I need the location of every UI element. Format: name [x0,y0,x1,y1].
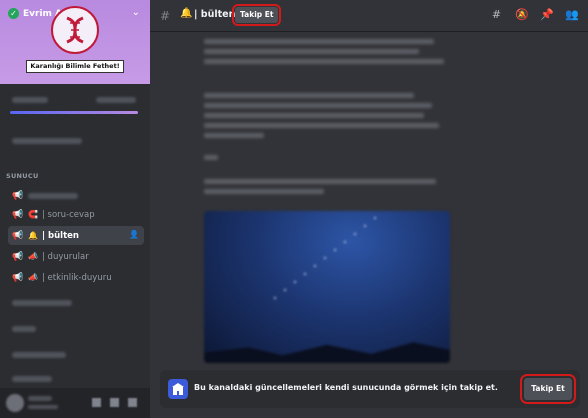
megaphone-icon: 📢 [12,230,24,241]
star-dot [334,249,336,251]
hash-icon: # [160,9,171,23]
message-feed[interactable] [150,33,588,365]
blurred-text [12,97,48,103]
star-dot [354,233,356,235]
blurred-text[interactable] [12,138,82,144]
sidebar-item-duyurular[interactable]: 📢 📣 | duyurular [8,247,144,266]
blurred-message-text [204,189,324,194]
megaphone-icon: 📢 [12,190,24,201]
blurred-status [28,405,58,409]
notifications-muted-icon[interactable]: 🔕 [515,8,529,21]
follow-prompt-bar: Bu kanaldaki güncellemeleri kendi sunucu… [160,370,580,408]
star-dot [344,241,346,243]
star-dot [374,217,376,219]
star-dot [304,273,306,275]
threads-icon[interactable]: # [490,8,503,21]
sidebar-item-bulten[interactable]: 📢 🔔 | bülten 👤 [8,226,144,245]
bell-icon: 🔔 [180,8,193,19]
member-list-icon[interactable]: 👥 [565,8,579,21]
megaphone-icon: 📢 [12,209,24,220]
star-dot [314,265,316,267]
mountain-silhouette [204,342,450,363]
channel-label: | etkinlik-duyuru [41,272,112,283]
loudspeaker-icon: 📣 [28,273,38,282]
magnet-icon: 🧲 [28,210,38,219]
star-dot [274,297,276,299]
server-banner[interactable]: ✓ Evrim Ağacı ⌄ Karanlığı Bilimle Fethet… [0,0,150,84]
verified-icon: ✓ [8,8,19,19]
blurred-message-text [204,59,444,64]
blurred-message-text [204,39,434,44]
bell-icon: 🔔 [28,231,38,240]
channel-label: | bülten [41,230,79,241]
add-member-icon[interactable]: 👤 [129,230,139,240]
server-banner-slogan: Karanlığı Bilimle Fethet! [26,60,124,73]
megaphone-icon: 📢 [12,251,24,262]
channel-title: | bülten [194,9,236,20]
loudspeaker-icon: 📣 [28,252,38,261]
blurred-text[interactable] [12,326,36,332]
channel-header: # 🔔 | bülten Takip Et # 🔕 📌 👥 [150,0,588,32]
channel-sidebar: ✓ Evrim Ağacı ⌄ Karanlığı Bilimle Fethet… [0,0,150,418]
blurred-message-text [204,49,419,54]
sidebar-item-soru-cevap[interactable]: 📢 🧲 | soru-cevap [8,205,144,224]
channel-label: | soru-cevap [41,209,95,220]
announcement-channel-icon [168,379,188,399]
building-icon [172,383,184,395]
category-label[interactable]: SUNUCU [6,172,39,180]
blurred-text[interactable] [12,352,66,358]
sidebar-item-etkinlik-duyuru[interactable]: 📢 📣 | etkinlik-duyuru [8,268,144,287]
user-panel [0,388,150,418]
channel-label: | duyurular [41,251,89,262]
microphone-icon[interactable] [92,398,101,407]
blurred-message-text [204,113,424,118]
image-attachment[interactable] [204,211,450,363]
follow-button-bottom[interactable]: Takip Et [520,374,576,404]
megaphone-icon: 📢 [12,272,24,283]
blurred-message-text [204,103,432,108]
blurred-message-text [204,133,264,138]
pin-icon[interactable]: 📌 [540,8,554,21]
follow-button[interactable]: Takip Et [231,4,282,26]
gear-icon[interactable] [128,398,137,407]
star-dot [364,225,366,227]
star-dot [324,257,326,259]
blurred-text[interactable] [12,300,72,306]
boost-progress-bar [10,111,138,114]
dna-icon [66,16,84,44]
star-dot [294,281,296,283]
sidebar-item-blurred[interactable]: 📢 [8,186,144,205]
chevron-down-icon[interactable]: ⌄ [132,7,140,18]
blurred-text [96,97,136,103]
header-toolbar: # 🔕 📌 👥 [490,8,579,21]
star-dot [284,289,286,291]
blurred-text [28,192,78,199]
blurred-message-text [204,123,439,128]
blurred-message-text [204,93,414,98]
blurred-message-text [204,179,436,184]
blurred-message-text [204,155,218,160]
avatar[interactable] [6,394,24,412]
follow-prompt-text: Bu kanaldaki güncellemeleri kendi sunucu… [194,383,498,392]
headphones-icon[interactable] [110,398,119,407]
blurred-text[interactable] [12,376,52,382]
blurred-username [28,396,52,401]
server-logo [51,6,99,54]
